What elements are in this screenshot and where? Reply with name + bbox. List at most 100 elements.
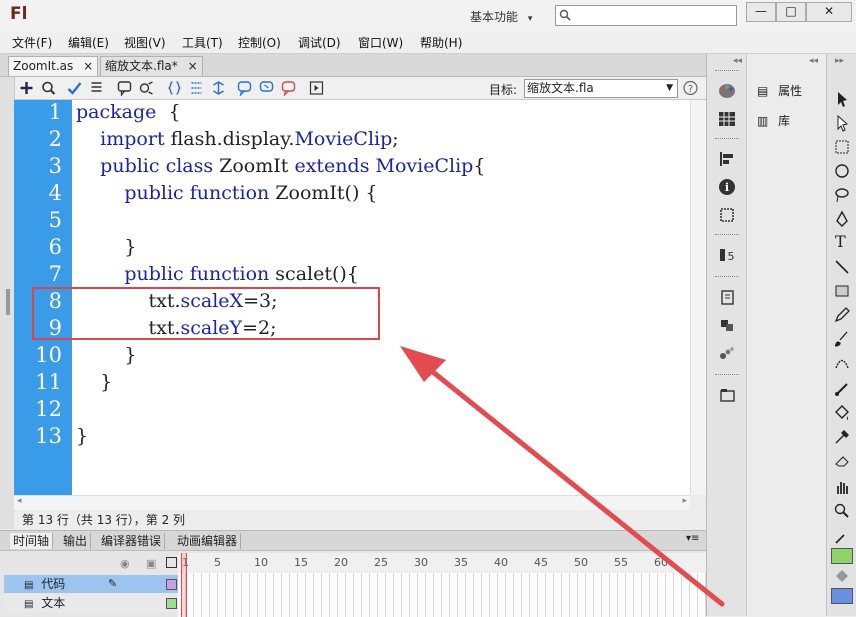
add-statement-icon[interactable] xyxy=(18,80,35,96)
debug-options-icon[interactable] xyxy=(138,80,155,96)
check-syntax-icon[interactable] xyxy=(66,80,83,96)
text-tool-icon[interactable]: T xyxy=(835,232,846,251)
layer-row[interactable]: ▤ 代码 ✎ xyxy=(4,575,178,593)
lock-icon[interactable]: ▣ xyxy=(146,557,156,570)
3d-rotation-tool-icon[interactable] xyxy=(833,162,851,180)
workspace-switcher[interactable]: 基本功能 ▾ xyxy=(470,8,532,25)
selection-tool-icon[interactable] xyxy=(833,90,851,108)
menu-help[interactable]: 帮助(H) xyxy=(420,34,462,51)
line-tool-icon[interactable] xyxy=(833,258,851,276)
subselection-tool-icon[interactable] xyxy=(833,114,851,132)
pen-tool-icon[interactable] xyxy=(833,210,851,228)
code-line[interactable]: } xyxy=(76,234,136,261)
transform-icon[interactable] xyxy=(717,206,737,224)
rectangle-tool-icon[interactable] xyxy=(833,282,851,300)
scroll-left-icon[interactable]: ◂ xyxy=(17,496,22,506)
eraser-tool-icon[interactable] xyxy=(833,452,851,470)
stroke-color-swatch[interactable] xyxy=(831,548,853,564)
tab-output[interactable]: 输出 xyxy=(60,533,92,549)
code-line[interactable]: import flash.display.MovieClip; xyxy=(76,126,399,153)
deco-tool-icon[interactable] xyxy=(833,354,851,372)
close-icon[interactable]: × xyxy=(188,59,198,73)
playhead[interactable] xyxy=(181,553,187,617)
tab-motion-editor[interactable]: 动画编辑器 xyxy=(174,533,242,549)
zoom-tool-icon[interactable] xyxy=(833,502,851,520)
code-line[interactable]: } xyxy=(76,423,88,450)
target-dropdown[interactable]: 缩放文本.fla ▼ xyxy=(524,79,678,98)
collapse-icon[interactable]: ◂◂ xyxy=(809,56,818,66)
collapse-selection-icon[interactable] xyxy=(188,80,205,96)
3d-components-icon[interactable] xyxy=(717,316,737,334)
menu-debug[interactable]: 调试(D) xyxy=(298,34,341,51)
align-icon[interactable] xyxy=(717,150,737,168)
show-hide-toolbox-icon[interactable] xyxy=(308,80,325,96)
fill-color-icon[interactable] xyxy=(833,568,851,586)
auto-format-icon[interactable] xyxy=(88,80,105,96)
project-icon[interactable] xyxy=(717,386,737,404)
restore-button[interactable]: □ xyxy=(776,2,806,22)
layer-color-swatch[interactable] xyxy=(166,579,177,590)
library-panel-button[interactable]: ▥ 库 xyxy=(757,112,790,129)
menu-control[interactable]: 控制(O) xyxy=(238,34,281,51)
tab-fla[interactable]: 缩放文本.fla* × xyxy=(100,56,203,76)
menu-window[interactable]: 窗口(W) xyxy=(358,34,403,51)
info-icon[interactable]: i xyxy=(717,178,737,196)
code-line[interactable]: public function ZoomIt() { xyxy=(76,180,377,207)
components-icon[interactable] xyxy=(717,288,737,306)
code-hint-icon[interactable] xyxy=(116,80,133,96)
stroke-color-icon[interactable] xyxy=(833,528,851,546)
brush-tool-icon[interactable] xyxy=(833,330,851,348)
outline-icon[interactable] xyxy=(166,557,177,568)
paint-bucket-tool-icon[interactable] xyxy=(833,404,851,422)
lasso-tool-icon[interactable] xyxy=(833,186,851,204)
panel-menu-icon[interactable]: ▾≡ xyxy=(686,533,699,544)
menu-edit[interactable]: 编辑(E) xyxy=(68,34,109,51)
close-button[interactable]: ✕ xyxy=(806,2,852,22)
help-icon[interactable]: ? xyxy=(682,80,699,96)
remove-comment-icon[interactable] xyxy=(280,80,297,96)
code-line[interactable]: package { xyxy=(76,99,181,126)
tab-compiler-errors[interactable]: 编译器错误 xyxy=(98,533,166,549)
eye-icon[interactable]: ◉ xyxy=(120,557,130,570)
tab-zoomit-as[interactable]: ZoomIt.as × xyxy=(8,56,99,76)
bone-tool-icon[interactable] xyxy=(833,380,851,398)
apply-line-comment-icon[interactable] xyxy=(258,80,275,96)
fill-color-swatch[interactable] xyxy=(831,588,853,604)
properties-panel-button[interactable]: ▤ 属性 xyxy=(757,82,802,99)
close-icon[interactable]: × xyxy=(83,59,93,73)
code-snippets-icon[interactable]: 5 xyxy=(717,246,737,264)
free-transform-tool-icon[interactable] xyxy=(833,138,851,156)
motion-presets-icon[interactable] xyxy=(717,344,737,362)
swatches-icon[interactable] xyxy=(717,110,737,128)
code-line[interactable]: public function scalet(){ xyxy=(76,261,359,288)
line-number: 2 xyxy=(48,127,62,151)
vertical-scrollbar[interactable] xyxy=(690,100,706,495)
tab-timeline[interactable]: 时间轴 xyxy=(10,533,54,549)
find-icon[interactable] xyxy=(40,80,57,96)
expand-handle[interactable] xyxy=(6,289,10,315)
frame-ruler[interactable]: 1 5 10 15 20 25 30 35 40 45 50 55 60 xyxy=(178,553,706,574)
apply-comment-icon[interactable] xyxy=(236,80,253,96)
menu-view[interactable]: 视图(V) xyxy=(124,34,166,51)
color-palette-icon[interactable] xyxy=(717,82,737,100)
eyedropper-tool-icon[interactable] xyxy=(833,428,851,446)
menu-tools[interactable]: 工具(T) xyxy=(182,34,223,51)
search-input[interactable] xyxy=(555,5,737,26)
layer-color-swatch[interactable] xyxy=(166,598,177,609)
expand-all-icon[interactable] xyxy=(210,80,227,96)
horizontal-scrollbar[interactable]: ◂ ▸ xyxy=(14,495,690,510)
menu-file[interactable]: 文件(F) xyxy=(12,34,52,51)
expand-tools-icon[interactable]: ▸▸ xyxy=(835,56,844,66)
frame-grid[interactable] xyxy=(178,573,706,617)
pencil-tool-icon[interactable] xyxy=(833,306,851,324)
minimize-button[interactable]: — xyxy=(746,2,776,22)
hand-tool-icon[interactable] xyxy=(833,478,851,496)
scroll-right-icon[interactable]: ▸ xyxy=(682,496,687,506)
collapse-braces-icon[interactable] xyxy=(166,80,183,96)
code-line[interactable]: public class ZoomIt extends MovieClip{ xyxy=(76,153,485,180)
code-line[interactable]: } xyxy=(76,369,112,396)
code-line[interactable]: } xyxy=(76,342,136,369)
layer-row[interactable]: ▤ 文本 xyxy=(4,594,178,612)
collapse-icon[interactable]: ◂◂ xyxy=(733,56,742,66)
